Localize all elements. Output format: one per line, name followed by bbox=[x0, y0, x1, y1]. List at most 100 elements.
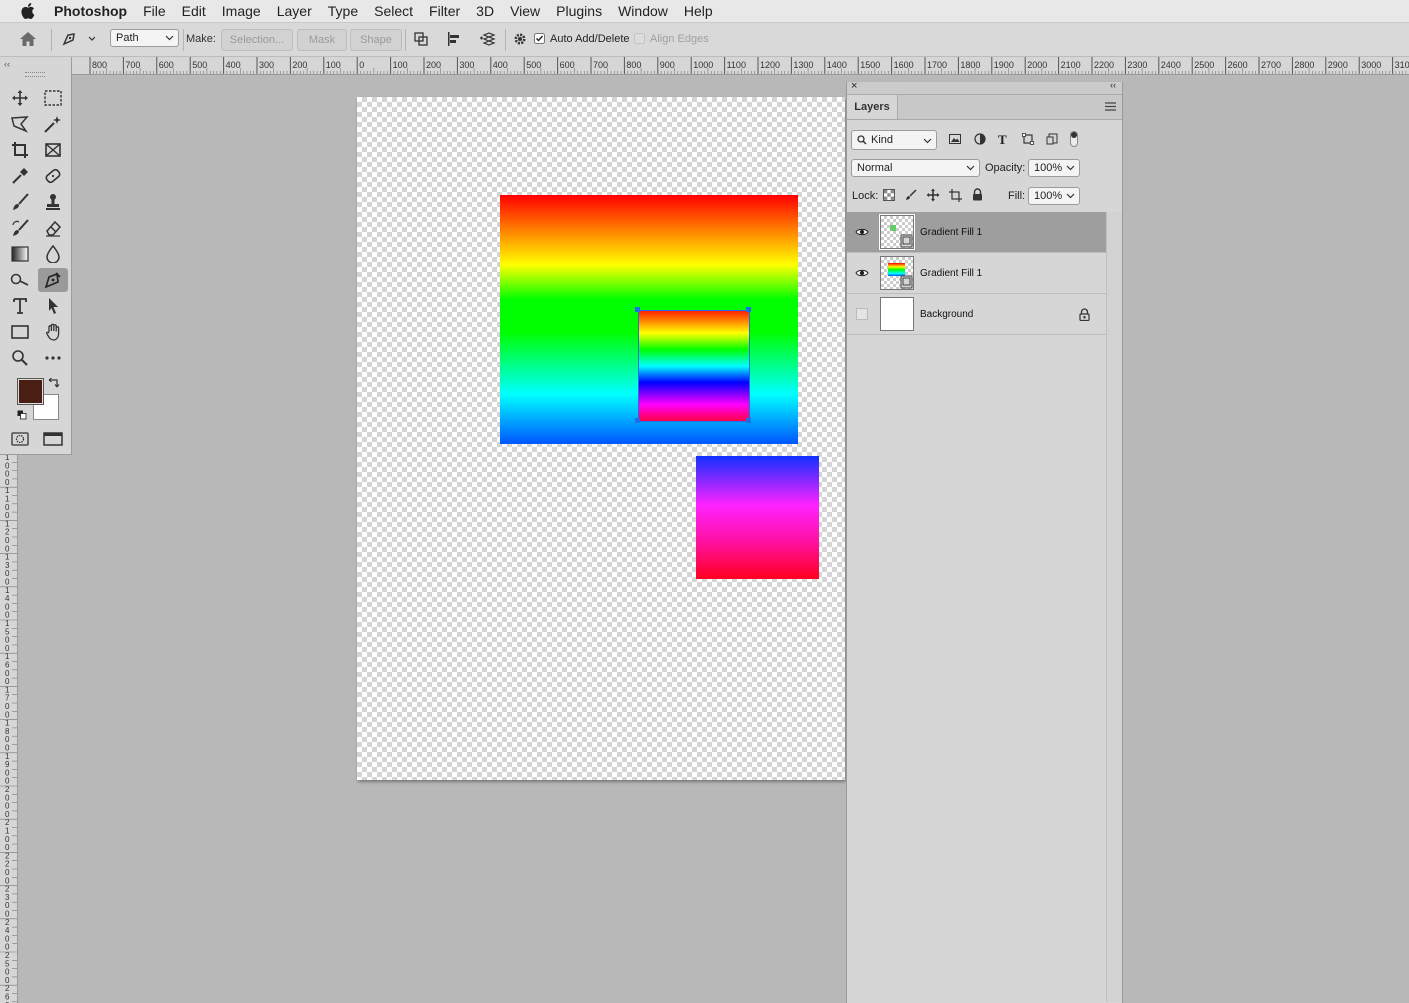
lock-all-icon[interactable] bbox=[972, 188, 983, 204]
menu-window[interactable]: Window bbox=[618, 3, 668, 19]
auto-add-delete-label: Auto Add/Delete bbox=[550, 33, 630, 45]
quick-mask-icon[interactable] bbox=[5, 427, 35, 451]
auto-add-delete-checkbox[interactable]: Auto Add/Delete bbox=[534, 29, 634, 49]
default-colors-icon[interactable] bbox=[17, 410, 27, 423]
menu-layer[interactable]: Layer bbox=[277, 3, 312, 19]
anchor-handle[interactable] bbox=[746, 307, 751, 312]
filter-smart-object-icon[interactable] bbox=[1046, 133, 1058, 148]
make-selection-button[interactable]: Selection... bbox=[221, 29, 293, 51]
filter-kind-select[interactable]: Kind bbox=[851, 130, 937, 150]
gradient-tool-icon[interactable] bbox=[5, 242, 35, 266]
dodge-tool-icon[interactable] bbox=[5, 268, 35, 292]
menu-select[interactable]: Select bbox=[374, 3, 413, 19]
menu-help[interactable]: Help bbox=[684, 3, 713, 19]
screen-mode-icon[interactable] bbox=[38, 427, 68, 451]
anchor-handle[interactable] bbox=[635, 307, 640, 312]
pen-tool-preset-icon[interactable] bbox=[58, 29, 98, 49]
options-bar: Path Make: Selection... Mask Shape Auto … bbox=[0, 23, 1409, 57]
frame-tool-icon[interactable] bbox=[38, 138, 68, 162]
ruler-label: 100 bbox=[393, 60, 408, 70]
lock-image-pixels-icon[interactable] bbox=[905, 189, 917, 204]
menu-3d[interactable]: 3D bbox=[476, 3, 494, 19]
eye-icon[interactable] bbox=[855, 225, 869, 239]
lock-artboard-icon[interactable] bbox=[949, 189, 962, 205]
anchor-handle[interactable] bbox=[746, 418, 751, 423]
gradient-fill-small-selected[interactable] bbox=[638, 310, 750, 422]
move-tool-icon[interactable] bbox=[5, 86, 35, 110]
panel-titlebar: × ‹‹ bbox=[847, 80, 1122, 95]
layer-row[interactable]: Gradient Fill 1 bbox=[847, 253, 1106, 294]
collapse-tools-icon[interactable]: ‹‹ bbox=[4, 59, 10, 69]
opacity-input[interactable]: 100% bbox=[1028, 159, 1080, 177]
panel-menu-icon[interactable] bbox=[1105, 102, 1116, 114]
anchor-handle[interactable] bbox=[635, 418, 640, 423]
ruler-label: 2200 bbox=[1094, 60, 1114, 70]
ruler-ticks-vertical: 1000110012001300140015001600170018001900… bbox=[0, 454, 17, 1003]
menu-file[interactable]: File bbox=[143, 3, 166, 19]
layer-name: Background bbox=[920, 308, 974, 320]
gradient-fill-bottom[interactable] bbox=[696, 456, 819, 579]
menu-image[interactable]: Image bbox=[222, 3, 261, 19]
crop-tool-icon[interactable] bbox=[5, 138, 35, 162]
history-brush-tool-icon[interactable] bbox=[5, 216, 35, 240]
align-edges-checkbox[interactable]: Align Edges bbox=[634, 29, 714, 49]
make-shape-button[interactable]: Shape bbox=[350, 29, 402, 51]
swap-colors-icon[interactable] bbox=[48, 376, 60, 391]
menu-type[interactable]: Type bbox=[328, 3, 358, 19]
ruler-label: 2500 bbox=[1194, 60, 1214, 70]
close-panel-icon[interactable]: × bbox=[851, 80, 857, 92]
healing-brush-tool-icon[interactable] bbox=[38, 164, 68, 188]
menu-plugins[interactable]: Plugins bbox=[556, 3, 602, 19]
pen-mode-select[interactable]: Path bbox=[110, 29, 179, 47]
apple-icon[interactable] bbox=[20, 2, 38, 20]
eraser-tool-icon[interactable] bbox=[38, 216, 68, 240]
filter-pixel-icon[interactable] bbox=[949, 133, 961, 148]
menu-edit[interactable]: Edit bbox=[182, 3, 206, 19]
menu-view[interactable]: View bbox=[510, 3, 540, 19]
filter-toggle-icon[interactable] bbox=[1070, 131, 1078, 150]
horizontal-ruler[interactable]: 800 700 600 500 400 300 200 100 0 100 200 300 400 500… bbox=[72, 57, 1409, 75]
zoom-tool-icon[interactable] bbox=[5, 346, 35, 370]
lock-position-icon[interactable] bbox=[926, 188, 940, 205]
blend-mode-select[interactable]: Normal bbox=[851, 159, 980, 177]
marquee-tool-icon[interactable] bbox=[38, 86, 68, 110]
app-name[interactable]: Photoshop bbox=[54, 3, 127, 19]
path-operations-icon[interactable] bbox=[410, 29, 432, 49]
filter-shape-icon[interactable] bbox=[1022, 133, 1034, 148]
layer-row[interactable]: Background bbox=[847, 294, 1106, 335]
filter-type-icon[interactable]: T bbox=[998, 132, 1007, 148]
layer-name: Gradient Fill 1 bbox=[920, 226, 983, 238]
collapse-panel-icon[interactable]: ‹‹ bbox=[1110, 80, 1116, 90]
vertical-ruler[interactable]: 1000110012001300140015001600170018001900… bbox=[0, 454, 18, 1003]
eye-icon[interactable] bbox=[855, 266, 869, 280]
layers-scrollbar[interactable] bbox=[1106, 212, 1122, 1002]
path-selection-tool-icon[interactable] bbox=[38, 294, 68, 318]
visibility-off-icon[interactable] bbox=[855, 307, 869, 321]
tab-layers[interactable]: Layers bbox=[847, 95, 898, 119]
fill-input[interactable]: 100% bbox=[1028, 187, 1080, 205]
type-tool-icon[interactable] bbox=[5, 294, 35, 318]
filter-adjustment-icon[interactable] bbox=[974, 133, 986, 148]
lasso-tool-icon[interactable] bbox=[5, 112, 35, 136]
path-arrangement-icon[interactable] bbox=[476, 29, 498, 49]
eyedropper-tool-icon[interactable] bbox=[5, 164, 35, 188]
brush-tool-icon[interactable] bbox=[5, 190, 35, 214]
home-icon[interactable] bbox=[14, 29, 42, 49]
rectangle-tool-icon[interactable] bbox=[5, 320, 35, 344]
gear-icon[interactable] bbox=[510, 29, 530, 49]
more-tools-icon[interactable] bbox=[38, 346, 68, 370]
layer-row[interactable]: Gradient Fill 1 bbox=[847, 212, 1106, 253]
menu-filter[interactable]: Filter bbox=[429, 3, 460, 19]
blur-tool-icon[interactable] bbox=[38, 242, 68, 266]
pen-tool-icon[interactable] bbox=[38, 268, 68, 292]
ruler-label: 1900 bbox=[994, 60, 1014, 70]
drag-handle[interactable] bbox=[25, 72, 45, 77]
ruler-label: 1500 bbox=[860, 60, 880, 70]
clone-stamp-tool-icon[interactable] bbox=[38, 190, 68, 214]
lock-transparent-icon[interactable] bbox=[883, 189, 895, 204]
path-alignment-icon[interactable] bbox=[443, 29, 465, 49]
foreground-color-swatch[interactable] bbox=[17, 378, 44, 405]
make-mask-button[interactable]: Mask bbox=[297, 29, 347, 51]
magic-wand-tool-icon[interactable] bbox=[38, 112, 68, 136]
hand-tool-icon[interactable] bbox=[38, 320, 68, 344]
